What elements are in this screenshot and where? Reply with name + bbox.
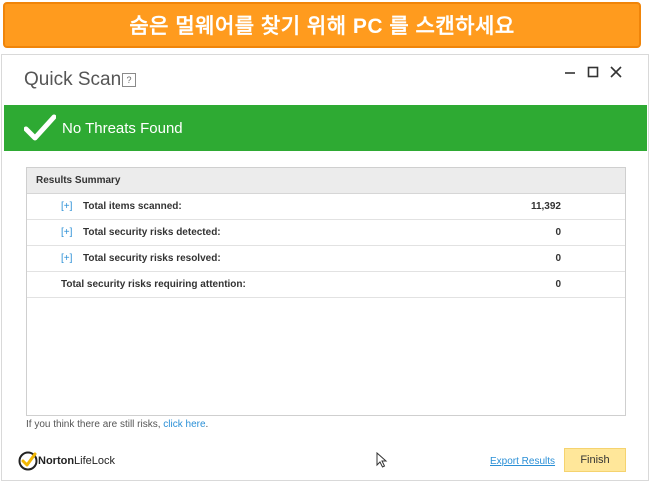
minimize-icon[interactable] xyxy=(562,64,578,80)
results-summary-panel: Results Summary [+] Total items scanned:… xyxy=(26,167,626,416)
banner-text: 숨은 멀웨어를 찾기 위해 PC 를 스캔하세요 xyxy=(129,15,515,38)
row-label: Total security risks requiring attention… xyxy=(61,279,246,290)
row-label: Total items scanned: xyxy=(83,201,182,212)
summary-row: [+] Total items scanned: 11,392 xyxy=(27,194,625,220)
row-value: 0 xyxy=(555,279,561,290)
promo-banner: 숨은 멀웨어를 찾기 위해 PC 를 스캔하세요 xyxy=(3,2,641,48)
export-results-link[interactable]: Export Results xyxy=(490,456,555,467)
nortonlifelock-logo: Norton LifeLock xyxy=(18,451,115,471)
row-label: Total security risks resolved: xyxy=(83,253,221,264)
window-title: Quick Scan xyxy=(24,69,122,90)
finish-button[interactable]: Finish xyxy=(564,448,626,472)
expand-toggle[interactable]: [+] xyxy=(61,201,72,212)
hint-prefix: If you think there are still risks, xyxy=(26,419,164,430)
maximize-icon[interactable] xyxy=(585,64,601,80)
row-value: 11,392 xyxy=(530,201,561,212)
norton-badge-icon xyxy=(18,451,38,471)
summary-row: Total security risks requiring attention… xyxy=(27,272,625,298)
risk-hint: If you think there are still risks, clic… xyxy=(26,419,208,430)
status-bar: No Threats Found xyxy=(4,105,647,151)
brand-norton: Norton xyxy=(38,455,75,467)
brand-lifelock: LifeLock xyxy=(74,455,116,467)
row-label: Total security risks detected: xyxy=(83,227,221,238)
expand-toggle[interactable]: [+] xyxy=(61,253,72,264)
summary-row: [+] Total security risks resolved: 0 xyxy=(27,246,625,272)
results-summary-header: Results Summary xyxy=(27,168,625,194)
row-value: 0 xyxy=(555,253,561,264)
status-text: No Threats Found xyxy=(62,119,183,137)
close-icon[interactable] xyxy=(608,64,624,80)
row-value: 0 xyxy=(555,227,561,238)
click-here-link[interactable]: click here xyxy=(163,419,205,430)
quick-scan-window: Quick Scan ? No Threats Found Results Su… xyxy=(1,54,649,481)
hint-suffix: . xyxy=(205,419,209,430)
summary-row: [+] Total security risks detected: 0 xyxy=(27,220,625,246)
expand-toggle[interactable]: [+] xyxy=(61,227,72,238)
checkmark-icon xyxy=(24,114,56,141)
help-icon[interactable]: ? xyxy=(122,73,136,87)
mouse-cursor-icon xyxy=(376,452,388,468)
